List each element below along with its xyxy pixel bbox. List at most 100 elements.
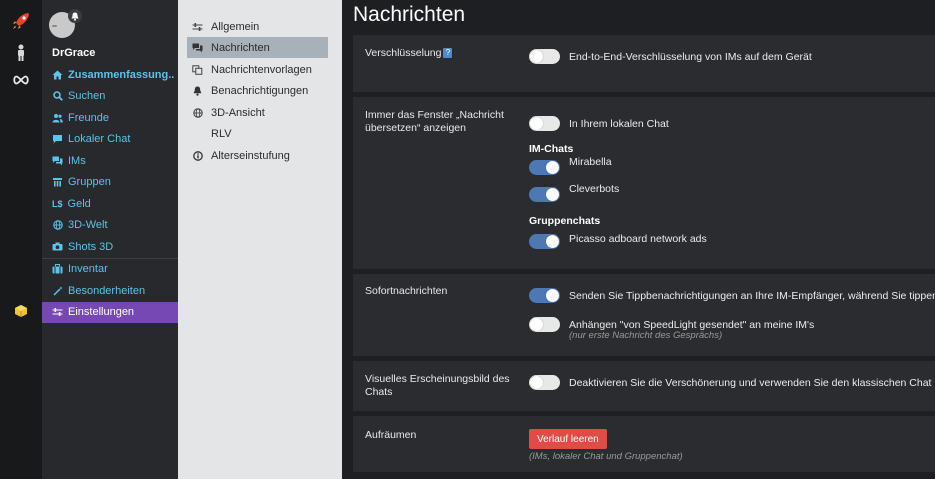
main-content: Nachrichten Verschlüsselung? End-to-End-… [342,0,935,479]
append-signature-note: (nur erste Nachricht des Gesprächs) [569,330,723,341]
subnav-item-general[interactable]: Allgemein [187,16,328,37]
comments-icon [52,155,63,166]
bell-icon[interactable] [68,9,82,23]
translate-local-chat-row: In Ihrem lokalen Chat [529,116,669,131]
sidebar-item-money[interactable]: L$ Geld [42,193,178,215]
money-icon: L$ [52,198,63,209]
sidebar-item-summary[interactable]: Zusammenfassung.. [42,64,178,86]
typing-notification-label: Senden Sie Tippbenachrichtigungen an Ihr… [569,289,935,302]
sidebar: DrGrace Zusammenfassung.. Suchen Freunde… [42,0,178,479]
sidebar-item-search[interactable]: Suchen [42,86,178,108]
suitcase-icon [52,264,63,275]
subnav-item-message-templates[interactable]: Nachrichtenvorlagen [187,59,328,80]
append-signature-toggle[interactable] [529,317,560,332]
translate-group-picasso-toggle[interactable] [529,234,560,249]
append-signature-label: Anhängen "von SpeedLight gesendet" an me… [569,318,815,331]
sidebar-item-groups[interactable]: Gruppen [42,172,178,194]
sidebar-item-inventory[interactable]: Inventar [42,259,178,281]
sidebar-item-label: Zusammenfassung.. [68,68,175,81]
sidebar-item-label: Suchen [68,90,106,103]
sidebar-item-settings[interactable]: Einstellungen [42,301,178,323]
visual-appearance-section: Visuelles Erscheinungsbild des Chats Dea… [353,361,935,411]
sidebar-item-local-chat[interactable]: Lokaler Chat [42,129,178,151]
blank-icon [192,128,203,139]
instant-messages-section: Sofortnachrichten Senden Sie Tippbenachr… [353,274,935,356]
translate-im-mirabella-label: Mirabella [569,155,612,168]
clear-history-button[interactable]: Verlauf leeren [529,429,607,449]
encryption-row: End-to-End-Verschlüsselung von IMs auf d… [529,49,812,64]
translate-im-cleverbots-toggle[interactable] [529,187,560,202]
sidebar-item-label: 3D-Welt [68,219,108,232]
subnav-item-label: Benachrichtigungen [211,84,309,97]
sidebar-item-label: Inventar [68,263,108,276]
translate-im-row: Mirabella [529,156,612,175]
sidebar-item-features[interactable]: Besonderheiten [42,280,178,302]
settings-subnav: Allgemein Nachrichten Nachrichtenvorlage… [178,0,342,479]
sidebar-item-label: IMs [68,154,86,167]
bell-icon [192,85,203,96]
typing-notification-row: Senden Sie Tippbenachrichtigungen an Ihr… [529,288,935,303]
translate-section: Immer das Fenster „Nachricht übersetzen“… [353,97,935,269]
sidebar-item-3d-world[interactable]: 3D-Welt [42,215,178,237]
translate-group-picasso-label: Picasso adboard network ads [569,232,707,245]
sidebar-item-label: Lokaler Chat [68,133,131,146]
encryption-section: Verschlüsselung? End-to-End-Verschlüssel… [353,35,935,92]
sidebar-item-label: Gruppen [68,176,111,189]
im-chats-heading: IM-Chats [529,143,574,155]
visual-appearance-label-line1: Visuelles Erscheinungsbild des [365,373,510,385]
translate-im-cleverbots-label: Cleverbots [569,182,620,195]
translate-im-mirabella-toggle[interactable] [529,160,560,175]
sidebar-item-label: Shots 3D [68,240,114,253]
cleanup-section: Aufräumen Verlauf leeren (IMs, lokaler C… [353,416,935,472]
sidebar-item-label: Einstellungen [68,306,135,319]
subnav-item-label: 3D-Ansicht [211,106,265,119]
help-icon[interactable]: ? [443,48,453,58]
encryption-label-text: Verschlüsselung [365,47,442,59]
page-title: Nachrichten [353,3,466,26]
visual-appearance-label: Visuelles Erscheinungsbild des Chats [365,373,510,399]
rocket-logo-icon[interactable] [11,11,31,31]
subnav-item-rlv[interactable]: RLV [187,123,328,144]
clear-history-note: (IMs, lokaler Chat und Gruppenchat) [529,451,683,462]
encryption-toggle[interactable] [529,49,560,64]
magic-wand-icon [52,285,63,296]
sidebar-item-label: Besonderheiten [68,284,146,297]
visual-appearance-label-line2: Chats [365,386,393,398]
sidebar-item-shots-3d[interactable]: Shots 3D [42,236,178,258]
instant-messages-label: Sofortnachrichten [365,285,448,297]
translate-label-line2: übersetzen“ anzeigen [365,122,466,134]
sidebar-item-ims[interactable]: IMs [42,150,178,172]
globe-icon [192,107,203,118]
username: DrGrace [52,47,96,59]
info-icon [192,150,203,161]
subnav-item-notifications[interactable]: Benachrichtigungen [187,80,328,101]
classic-chat-label: Deaktivieren Sie die Verschönerung und v… [569,376,932,389]
subnav-item-age-rating[interactable]: Alterseinstufung [187,145,328,166]
classic-chat-toggle[interactable] [529,375,560,390]
infinity-icon[interactable] [11,70,31,90]
sidebar-item-label: Geld [67,197,91,210]
encryption-label: Verschlüsselung? [365,47,453,60]
translate-group-row: Picasso adboard network ads [529,232,707,249]
translate-local-chat-toggle[interactable] [529,116,560,131]
subnav-item-label: Nachrichten [211,41,270,54]
cube-icon[interactable] [11,301,31,321]
subnav-item-label: Allgemein [211,20,260,33]
users-icon [52,112,63,123]
sidebar-nav: Zusammenfassung.. Suchen Freunde Lokaler… [42,64,178,323]
subnav-item-3d-view[interactable]: 3D-Ansicht [187,102,328,123]
app-rail [0,0,42,479]
translate-local-chat-label: In Ihrem lokalen Chat [569,117,669,130]
copy-icon [192,64,203,75]
comments-icon [192,42,203,53]
subnav-item-messages[interactable]: Nachrichten [187,37,328,58]
person-icon[interactable] [11,43,31,63]
typing-notification-toggle[interactable] [529,288,560,303]
translate-label-line1: Immer das Fenster „Nachricht [365,109,504,121]
sidebar-item-friends[interactable]: Freunde [42,107,178,129]
sliders-icon [52,307,63,318]
chat-icon [52,134,63,145]
camera-icon [52,241,63,252]
group-chats-heading: Gruppenchats [529,215,601,227]
home-icon [52,69,63,80]
